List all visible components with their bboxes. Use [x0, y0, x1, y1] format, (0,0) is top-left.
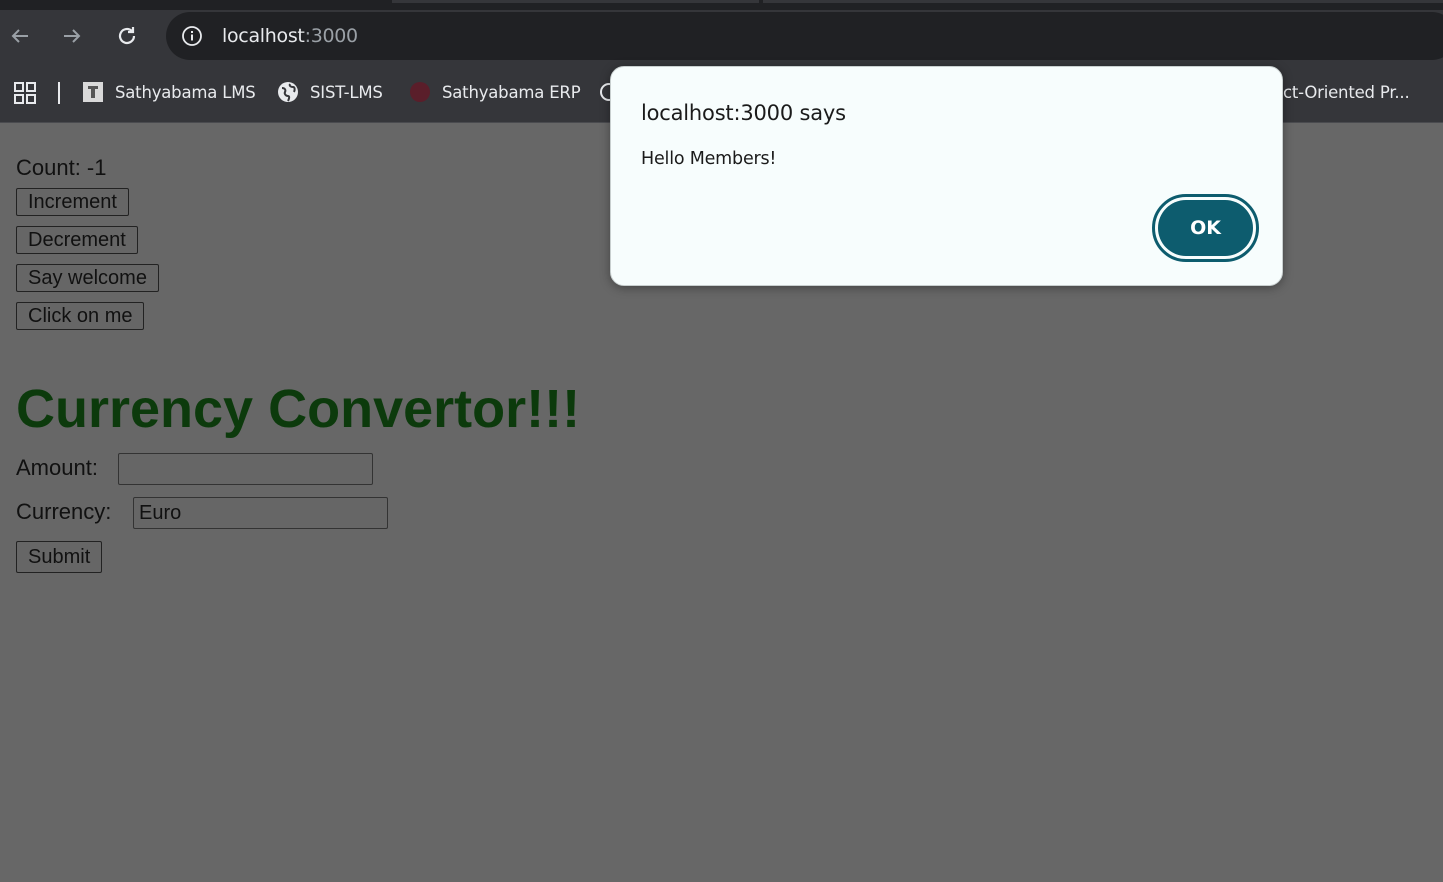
ok-button-label: OK: [1158, 200, 1253, 256]
say-welcome-button[interactable]: Say welcome: [16, 264, 159, 292]
apps-grid-icon[interactable]: [14, 82, 36, 104]
alert-dialog: localhost:3000 says Hello Members! OK: [610, 66, 1283, 286]
url-host: localhost: [222, 25, 305, 47]
lms-favicon-icon: [82, 81, 104, 103]
reload-icon: [118, 27, 136, 45]
erp-favicon-icon: [409, 81, 431, 103]
count-display: Count: -1: [16, 155, 107, 180]
inactive-tab-edge[interactable]: [763, 0, 1443, 3]
dialog-message: Hello Members!: [641, 149, 777, 169]
tab-strip: [0, 0, 1443, 10]
active-tab-edge[interactable]: [392, 0, 759, 3]
decrement-button[interactable]: Decrement: [16, 226, 138, 254]
reload-button[interactable]: [113, 22, 141, 50]
amount-input[interactable]: [118, 453, 373, 485]
currency-input[interactable]: Euro: [133, 497, 388, 529]
bookmark-object-oriented[interactable]: ct-Oriented Pr...: [1283, 80, 1410, 104]
bookmark-label: SIST-LMS: [310, 82, 383, 102]
dialog-title: localhost:3000 says: [641, 101, 846, 125]
currency-label: Currency:: [16, 499, 112, 524]
back-button[interactable]: [6, 22, 34, 50]
bookmark-sathyabama-erp[interactable]: Sathyabama ERP: [409, 80, 581, 104]
bookmark-label: ct-Oriented Pr...: [1283, 82, 1410, 102]
url-port: :3000: [304, 25, 359, 47]
address-bar[interactable]: localhost:3000: [166, 12, 1443, 60]
bookmark-label: Sathyabama ERP: [442, 82, 581, 102]
arrow-right-icon: [64, 29, 81, 43]
page-title: Currency Convertor!!!: [16, 379, 581, 439]
submit-button[interactable]: Submit: [16, 541, 103, 573]
click-on-me-button[interactable]: Click on me: [16, 302, 145, 330]
url-text: localhost:3000: [222, 24, 358, 48]
site-info-icon[interactable]: [180, 24, 204, 48]
bookmark-label: Sathyabama LMS: [115, 82, 256, 102]
globe-icon: [277, 81, 299, 103]
browser-toolbar: localhost:3000: [0, 10, 1443, 62]
bookmarks-separator: [58, 82, 60, 104]
increment-button[interactable]: Increment: [16, 188, 129, 216]
ok-button[interactable]: OK: [1152, 194, 1259, 262]
arrow-left-icon: [11, 29, 28, 43]
bookmark-sathyabama-lms[interactable]: Sathyabama LMS: [82, 80, 256, 104]
bookmark-sist-lms[interactable]: SIST-LMS: [277, 80, 383, 104]
amount-label: Amount:: [16, 455, 98, 480]
forward-button[interactable]: [58, 22, 86, 50]
